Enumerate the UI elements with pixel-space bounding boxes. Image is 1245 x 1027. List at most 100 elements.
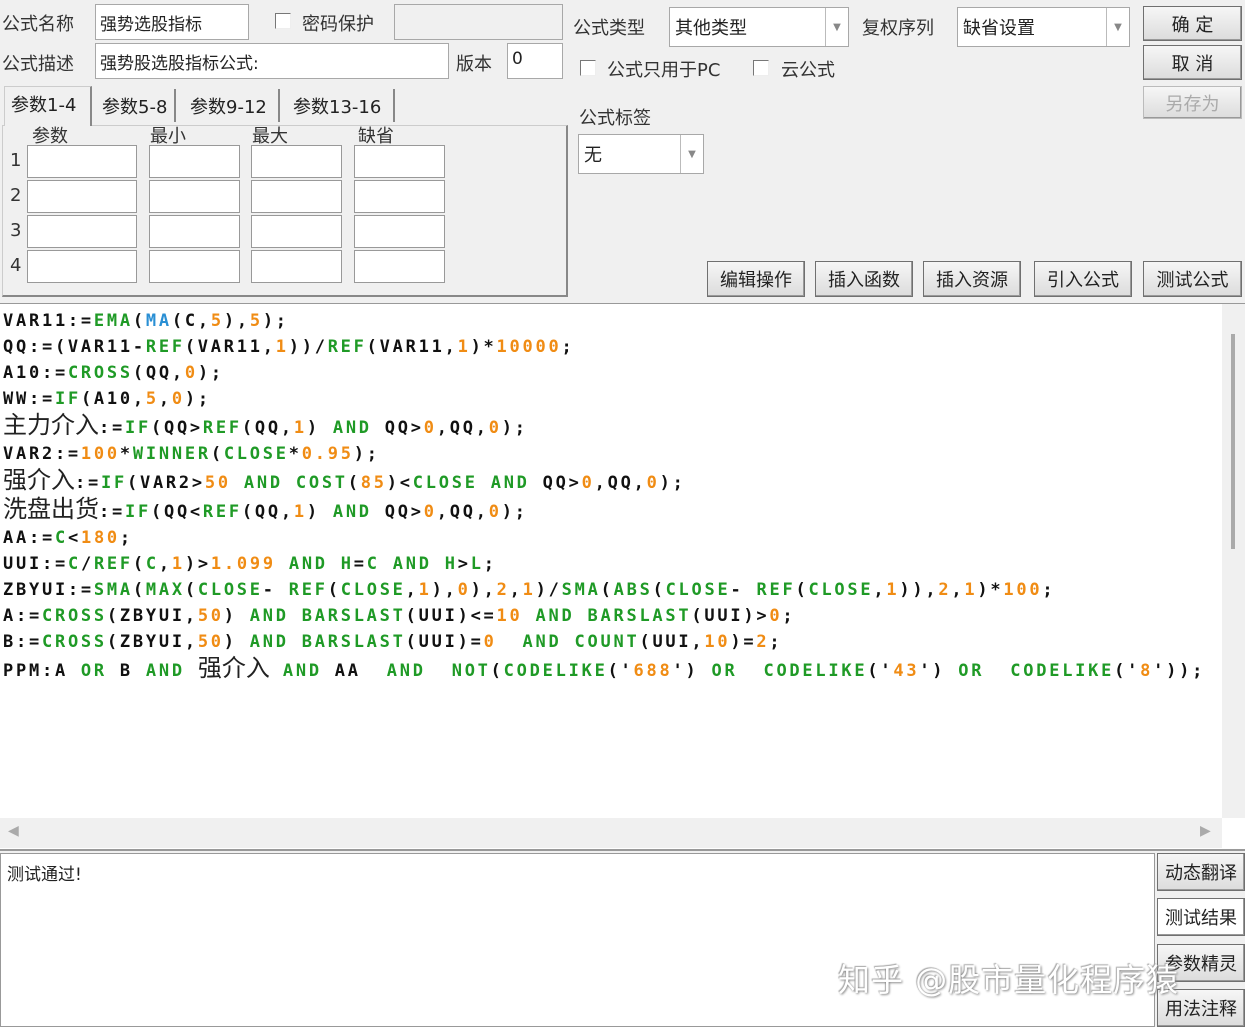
param-input-参数[interactable] [27,145,137,178]
param-input-最小[interactable] [149,250,240,283]
chevron-down-icon: ▼ [680,135,703,173]
code-text-token: ( [347,473,361,493]
code-number: 1 [275,337,289,357]
code-text-token: WW:= [3,389,55,409]
code-keyword: CLOSE [808,580,874,600]
edit-ops-button[interactable]: 编辑操作 [707,261,805,297]
param-input-参数[interactable] [27,250,137,283]
pc-only-label: 公式只用于PC [607,60,721,81]
formula-type-value: 其他类型 [675,18,747,39]
code-keyword: AND [243,473,283,493]
code-text-token: ( [210,444,224,464]
test-result-button[interactable]: 测试结果 [1157,898,1245,936]
password-checkbox[interactable] [275,13,291,29]
param-input-最小[interactable] [149,145,240,178]
watermark: 知乎 @股市量化程序猿 [838,961,1180,999]
code-text-token: (ZBYUI, [106,632,198,652]
param-input-参数[interactable] [27,215,137,248]
code-keyword: CODELIKE [503,661,608,681]
scroll-left-icon[interactable]: ◀ [8,823,19,839]
formula-desc-input[interactable]: 强势股选股指标公式: [95,43,449,79]
code-line: A:=CROSS(ZBYUI,50) AND BARSLAST(UUI)<=10… [3,603,1205,629]
code-keyword: AND [392,554,432,574]
version-input[interactable]: 0 [507,43,563,79]
code-line: UUI:=C/REF(C,1)>1.099 AND H=C AND H>L; [3,551,1205,577]
param-input-最大[interactable] [251,215,342,248]
code-text-token: < [67,528,81,548]
formula-name-input[interactable]: 强势选股指标 [95,4,249,40]
code-keyword: BARSLAST [301,632,406,652]
code-number: 0 [483,632,497,652]
code-text-token: ( [600,580,614,600]
param-input-最大[interactable] [251,180,342,213]
code-text-token: )* [470,337,497,357]
horizontal-scrollbar[interactable]: ◀ ▶ [0,818,1222,848]
code-text-token: := [99,418,125,438]
import-formula-button[interactable]: 引入公式 [1034,261,1132,297]
code-keyword: AND [332,502,372,522]
test-formula-button[interactable]: 测试公式 [1143,261,1242,297]
password-input[interactable] [394,4,563,40]
param-input-最小[interactable] [149,215,240,248]
code-text-token: VAR2:= [3,444,81,464]
param-input-缺省[interactable] [354,250,445,283]
code-text-token: ); [262,311,289,331]
code-number: 5 [145,389,159,409]
ok-button[interactable]: 确 定 [1143,6,1242,41]
tab-params-5-8[interactable]: 参数5-8 [96,89,176,122]
scrollbar-thumb[interactable] [1231,334,1235,549]
code-text-token: (VAR11, [184,337,276,357]
code-number: 10 [496,606,523,626]
param-input-最大[interactable] [251,250,342,283]
insert-function-button[interactable]: 插入函数 [815,261,913,297]
code-keyword: CROSS [41,606,107,626]
insert-resource-button[interactable]: 插入资源 [923,261,1021,297]
param-input-参数[interactable] [27,180,137,213]
code-editor[interactable]: VAR11:=EMA(MA(C,5),5); QQ:=(VAR11-REF(VAR… [0,303,1245,851]
code-keyword: AND [535,606,575,626]
code-keyword: REF [145,337,185,357]
code-text-token: ); [184,389,211,409]
rights-select[interactable]: 缺省设置 ▼ [957,7,1130,47]
dynamic-translate-button[interactable]: 动态翻译 [1157,853,1245,891]
code-text[interactable]: VAR11:=EMA(MA(C,5),5); QQ:=(VAR11-REF(VAR… [3,308,1205,684]
code-text-token: (' [607,661,634,681]
code-text-token: (' [1114,661,1141,681]
cancel-button[interactable]: 取 消 [1143,45,1242,80]
code-text-token: QQ> [371,418,424,438]
code-keyword: CLOSE [223,444,289,464]
code-keyword: CLOSE [412,473,478,493]
code-text-token: , [158,389,172,409]
code-number: 0 [184,363,198,383]
code-keyword: REF [202,502,242,522]
param-input-缺省[interactable] [354,215,445,248]
code-text-token: , [873,580,887,600]
code-keyword: IF [124,502,151,522]
code-text-token: * [119,444,133,464]
pc-only-checkbox[interactable] [580,60,596,76]
param-input-缺省[interactable] [354,145,445,178]
code-keyword: CLOSE [197,580,263,600]
save-as-button[interactable]: 另存为 [1143,86,1242,119]
tab-params-9-12[interactable]: 参数9-12 [184,89,280,122]
param-input-最小[interactable] [149,180,240,213]
vertical-scrollbar[interactable] [1222,304,1245,818]
formula-tag-select[interactable]: 无 ▼ [578,134,704,174]
param-input-最大[interactable] [251,145,342,178]
tab-params-1-4[interactable]: 参数1-4 [4,86,92,126]
param-input-缺省[interactable] [354,180,445,213]
tab-params-13-16[interactable]: 参数13-16 [287,89,395,122]
code-text-token: ); [353,444,380,464]
code-number: 0 [171,389,185,409]
code-number: 100 [1003,580,1043,600]
cloud-checkbox[interactable] [753,60,769,76]
code-text-token: B:= [3,632,42,652]
scroll-right-icon[interactable]: ▶ [1200,823,1211,839]
formula-type-select[interactable]: 其他类型 ▼ [669,7,849,47]
code-number: 0 [769,606,783,626]
